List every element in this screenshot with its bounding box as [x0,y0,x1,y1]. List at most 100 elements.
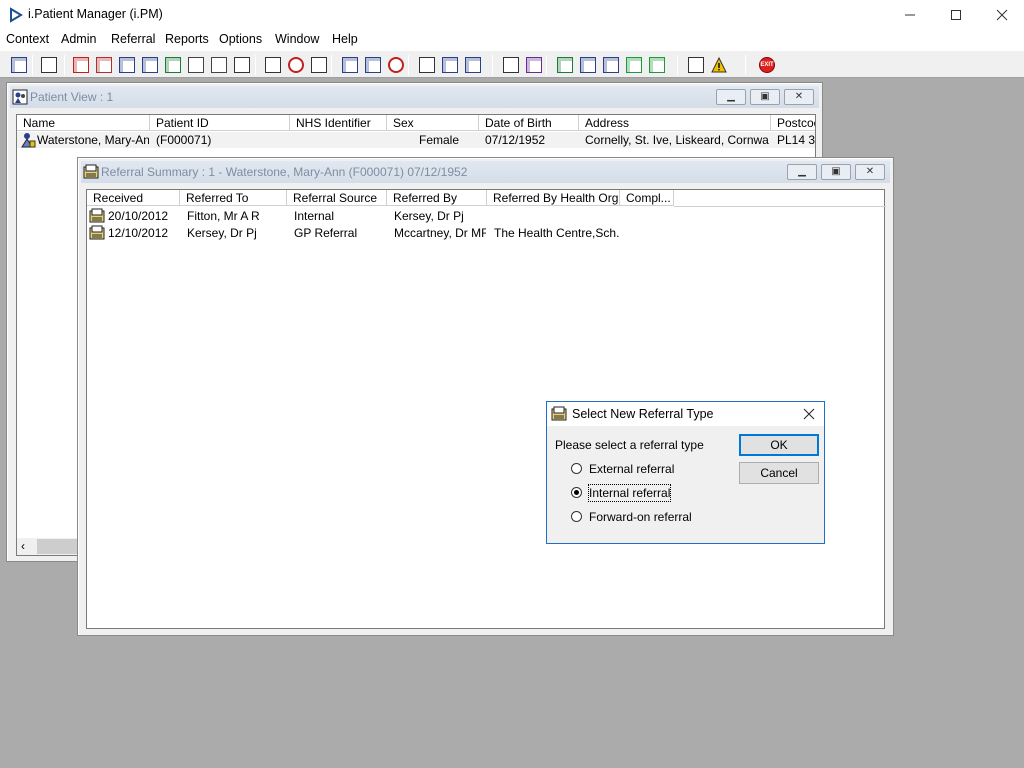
referral-received: 12/10/2012 [108,226,169,240]
search-toolbar-button[interactable] [262,54,284,76]
radio-button[interactable] [571,511,582,522]
menu-window[interactable]: Window [275,32,319,46]
swap-toolbar-button[interactable] [685,54,707,76]
chart-icon [526,57,542,73]
minimize-icon [905,14,915,16]
menu-bar: Context Admin Referral Reports Options W… [0,30,1024,50]
minimize-button[interactable] [887,0,933,30]
clock-icon [288,57,304,73]
referral-icon [83,164,99,179]
warning-toolbar-button[interactable] [708,54,730,76]
column-header-completed[interactable]: Compl... [620,190,674,206]
app-title: i.Patient Manager (i.PM) [28,7,163,21]
scrollbar-thumb[interactable] [37,539,82,554]
referral-received: 20/10/2012 [108,209,169,223]
toolbar-separator [32,55,33,75]
menu-referral[interactable]: Referral [111,32,155,46]
radio-button-checked[interactable] [571,487,582,498]
maximize-icon [951,10,961,20]
column-header-referred-by[interactable]: Referred By [387,190,487,206]
notepad-toolbar-button[interactable] [416,54,438,76]
column-header-postcode[interactable]: Postcoc [771,115,815,131]
column-header-health-org[interactable]: Referred By Health Org. [487,190,620,206]
checklist-toolbar-button[interactable] [600,54,622,76]
radio-external-referral[interactable]: External referral [571,461,681,477]
column-header-sex[interactable]: Sex [387,115,479,131]
table-row[interactable]: 12/10/2012 Kersey, Dr Pj GP Referral Mcc… [87,225,886,241]
mail-merge-toolbar-button[interactable] [139,54,161,76]
schedule-toolbar-button[interactable] [339,54,361,76]
notes-toolbar-button[interactable] [185,54,207,76]
patient-view-minimize-button[interactable]: ▁ [716,89,746,105]
radio-label[interactable]: External referral [589,461,674,477]
monitor-toolbar-button[interactable] [308,54,330,76]
patient-view-close-button[interactable]: ✕ [784,89,814,105]
patient-view-titlebar: Patient View : 1 ▁ ▣ ✕ [10,86,819,108]
referral-summary-minimize-button[interactable]: ▁ [787,164,817,180]
edit-patient-toolbar-button[interactable] [93,54,115,76]
horizontal-scrollbar[interactable]: ‹ [17,538,82,555]
book-toolbar-button[interactable] [70,54,92,76]
column-header-name[interactable]: Name [17,115,150,131]
close-button[interactable] [979,0,1024,30]
radio-label[interactable]: Forward-on referral [589,509,692,525]
radio-button[interactable] [571,463,582,474]
patient-view-restore-button[interactable]: ▣ [750,89,780,105]
ok-button[interactable]: OK [739,434,819,456]
column-header-dob[interactable]: Date of Birth [479,115,579,131]
ward-toolbar-button[interactable] [208,54,230,76]
menu-options[interactable]: Options [219,32,262,46]
stopwatch-toolbar-button[interactable] [385,54,407,76]
dialog-close-button[interactable] [799,405,819,423]
play-triangle-icon [10,7,23,23]
radio-label[interactable]: Internal referral [587,484,672,502]
document-toolbar-button[interactable] [500,54,522,76]
referral-summary-close-button[interactable]: ✕ [855,164,885,180]
patient-toolbar-button[interactable] [8,54,30,76]
column-header-referral-source[interactable]: Referral Source [287,190,387,206]
search-list-icon [119,57,135,73]
maximize-button[interactable] [933,0,979,30]
chart-toolbar-button[interactable] [523,54,545,76]
menu-help[interactable]: Help [332,32,358,46]
column-header-patient-id[interactable]: Patient ID [150,115,290,131]
menu-context[interactable]: Context [6,32,49,46]
toolbar-separator [677,55,678,75]
transfer-toolbar-button[interactable] [462,54,484,76]
globe-icon [557,57,573,73]
sync-toolbar-button[interactable] [646,54,668,76]
list-toolbar-button[interactable] [362,54,384,76]
app-titlebar: i.Patient Manager (i.PM) [0,0,1024,30]
menu-admin[interactable]: Admin [61,32,96,46]
table-row[interactable]: 20/10/2012 Fitton, Mr A R Internal Kerse… [87,208,886,224]
refresh-toolbar-button[interactable] [623,54,645,76]
menu-reports[interactable]: Reports [165,32,209,46]
table-row[interactable]: Waterstone, Mary-Ann (F000071) Female 07… [17,132,815,148]
refresh-icon [626,57,642,73]
cancel-button[interactable]: Cancel [739,462,819,484]
radio-forward-on-referral[interactable]: Forward-on referral [571,509,692,525]
clock-toolbar-button[interactable] [285,54,307,76]
patient-address: Cornelly, St. Ive, Liskeard, Cornwall [585,133,769,147]
scroll-left-icon[interactable]: ‹ [21,539,25,553]
referral-source: Internal [294,209,335,223]
column-header-referred-to[interactable]: Referred To [180,190,287,206]
ambulance-toolbar-button[interactable] [231,54,253,76]
exit-toolbar-button[interactable]: EXIT [756,54,778,76]
doctor-toolbar-button[interactable] [162,54,184,76]
toolbar-separator [745,55,746,75]
column-header-received[interactable]: Received [87,190,180,206]
referral-summary-restore-button[interactable]: ▣ [821,164,851,180]
column-header-nhs-identifier[interactable]: NHS Identifier [290,115,387,131]
referral-summary-titlebar: Referral Summary : 1 - Waterstone, Mary-… [81,161,890,183]
forms-toolbar-button[interactable] [577,54,599,76]
column-header-address[interactable]: Address [579,115,771,131]
list-icon [365,57,381,73]
globe-toolbar-button[interactable] [554,54,576,76]
referral-summary-window: Referral Summary : 1 - Waterstone, Mary-… [77,157,894,636]
printer-icon [41,57,57,73]
printer-toolbar-button[interactable] [38,54,60,76]
radio-internal-referral[interactable]: Internal referral [571,484,681,502]
bed-toolbar-button[interactable] [439,54,461,76]
search-list-toolbar-button[interactable] [116,54,138,76]
